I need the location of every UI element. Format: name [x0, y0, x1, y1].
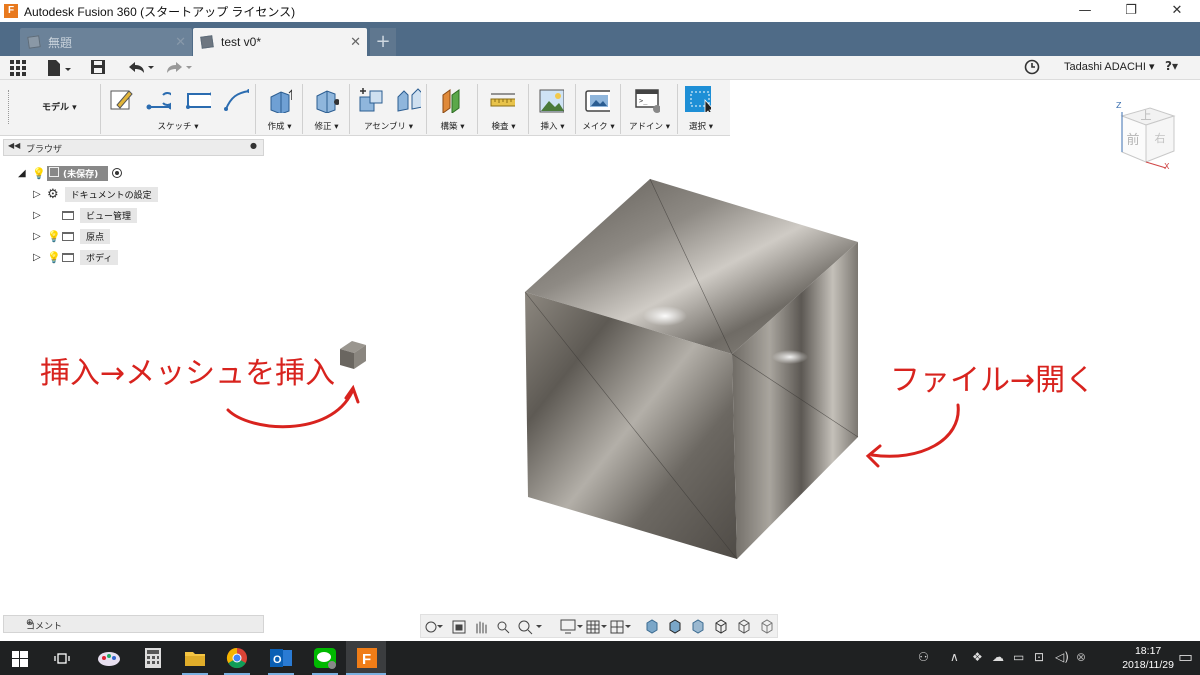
onedrive-cloud-icon[interactable]: ☁ — [992, 650, 1004, 664]
insert-mesh-small-cube-icon — [340, 341, 366, 369]
outlook-app-icon[interactable]: O — [268, 645, 294, 671]
paint-app-icon[interactable] — [96, 645, 122, 671]
windows-start-icon[interactable] — [12, 651, 28, 667]
left-arrow-annotation — [226, 384, 360, 429]
task-view-icon[interactable] — [54, 651, 72, 667]
network-icon[interactable]: ⊡ — [1034, 650, 1044, 664]
annotation-insert-mesh: 挿入→メッシュを挿入 — [40, 356, 336, 391]
visual-style-cubes[interactable] — [646, 619, 773, 634]
line-app-icon[interactable] — [312, 645, 338, 671]
fusion-360-app-icon[interactable]: F — [354, 645, 380, 671]
dropbox-icon[interactable]: ❖ — [972, 650, 983, 664]
chrome-app-icon[interactable] — [224, 645, 250, 671]
viewports-icon[interactable] — [610, 620, 631, 634]
right-arrow-annotation — [865, 403, 960, 468]
display-settings-icon[interactable] — [560, 619, 583, 634]
clock-time: 18:17 — [1134, 645, 1162, 657]
calculator-app-icon[interactable] — [140, 645, 166, 671]
svg-text:F: F — [362, 651, 371, 668]
pan-hand-icon[interactable] — [476, 621, 487, 634]
windows-taskbar: O F ⚇ ∧ ❖ ☁ ▭ ⊡ ◁) ⊗ 18:17 2018/11/29 ▭ — [0, 641, 1200, 675]
comments-panel[interactable]: コメント ⊕ — [3, 615, 264, 633]
annotation-file-open: ファイル→開く — [890, 363, 1096, 398]
show-hidden-icons-chevron-icon[interactable]: ∧ — [950, 650, 959, 664]
volume-icon[interactable]: ◁) — [1055, 650, 1069, 664]
svg-text:O: O — [273, 654, 282, 666]
people-icon[interactable]: ⚇ — [918, 650, 929, 664]
navigation-bar — [420, 614, 778, 638]
notification-dismiss-icon[interactable]: ⊗ — [1076, 650, 1086, 664]
zoom-icon[interactable] — [497, 621, 510, 634]
grid-settings-icon[interactable] — [586, 620, 607, 634]
file-explorer-icon[interactable] — [182, 645, 208, 671]
look-at-icon[interactable] — [452, 620, 466, 634]
system-clock[interactable]: 18:17 2018/11/29 — [1122, 644, 1174, 672]
clock-date: 2018/11/29 — [1122, 659, 1174, 671]
fit-icon[interactable] — [518, 620, 542, 635]
mesh-cube[interactable] — [524, 178, 859, 560]
battery-icon[interactable]: ▭ — [1013, 650, 1024, 664]
orbit-icon[interactable] — [425, 621, 443, 633]
action-center-icon[interactable]: ▭ — [1178, 647, 1193, 666]
model-canvas[interactable] — [0, 0, 1200, 675]
add-comment-icon[interactable]: ⊕ — [26, 618, 257, 628]
